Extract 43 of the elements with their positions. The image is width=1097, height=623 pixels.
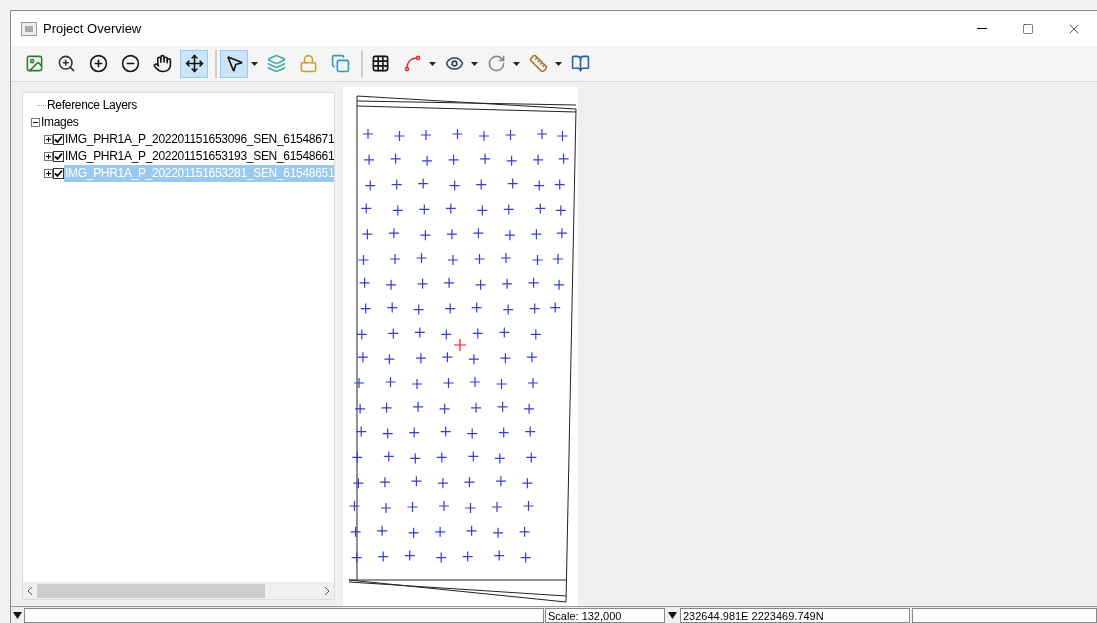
- grid-icon: [370, 54, 390, 73]
- windows-icon: [330, 54, 350, 73]
- coordinates-label: 232644.981E 2223469.749N: [680, 607, 910, 623]
- move-arrows-icon: [184, 54, 204, 73]
- toolbar-button[interactable]: [180, 49, 208, 78]
- dropdown-icon[interactable]: [668, 611, 677, 619]
- hand-icon: [152, 54, 172, 73]
- caret-icon[interactable]: [471, 61, 478, 66]
- app-icon: [21, 21, 37, 36]
- tree-item[interactable]: Reference Layers: [46, 97, 137, 114]
- scrollbar-thumb[interactable]: [37, 583, 265, 598]
- pointer-icon: [224, 54, 244, 73]
- tree-item[interactable]: Images: [40, 114, 79, 131]
- zoom-in-icon: [88, 54, 108, 73]
- map-extent-icon: [24, 54, 44, 73]
- tree-item[interactable]: IMG_PHR1A_P_202201151653193_SEN_61548661: [64, 148, 334, 165]
- caret-icon[interactable]: [513, 61, 520, 66]
- lock-icon: [298, 54, 318, 73]
- horizontal-scrollbar[interactable]: [23, 582, 334, 599]
- maximize-icon: [1022, 22, 1034, 35]
- caret-icon[interactable]: [555, 61, 562, 66]
- eye-icon: [444, 54, 464, 73]
- help-book-icon: [570, 54, 590, 73]
- caret-icon[interactable]: [251, 61, 258, 66]
- scroll-right-icon[interactable]: [324, 586, 330, 595]
- zoom-out-icon: [120, 54, 140, 73]
- checkbox[interactable]: [53, 168, 64, 179]
- window-title: Project Overview: [43, 19, 142, 38]
- checkbox[interactable]: [53, 151, 64, 162]
- tree-item[interactable]: IMG_PHR1A_P_202201151653096_SEN_61548671: [64, 131, 334, 148]
- line-tool-icon: [402, 54, 422, 73]
- toolbar-button[interactable]: [220, 49, 248, 78]
- ruler-icon: [528, 54, 548, 73]
- scroll-left-icon[interactable]: [27, 586, 33, 595]
- layers-icon: [266, 54, 286, 73]
- dropdown-icon[interactable]: [13, 611, 22, 619]
- rotate-icon: [486, 54, 506, 73]
- minimize-icon: [977, 28, 987, 29]
- checkbox[interactable]: [53, 134, 64, 145]
- scale-label: Scale: 132,000: [545, 607, 665, 623]
- zoom-box-icon: [56, 54, 76, 73]
- caret-icon[interactable]: [429, 61, 436, 66]
- expander-icon[interactable]: [31, 118, 40, 127]
